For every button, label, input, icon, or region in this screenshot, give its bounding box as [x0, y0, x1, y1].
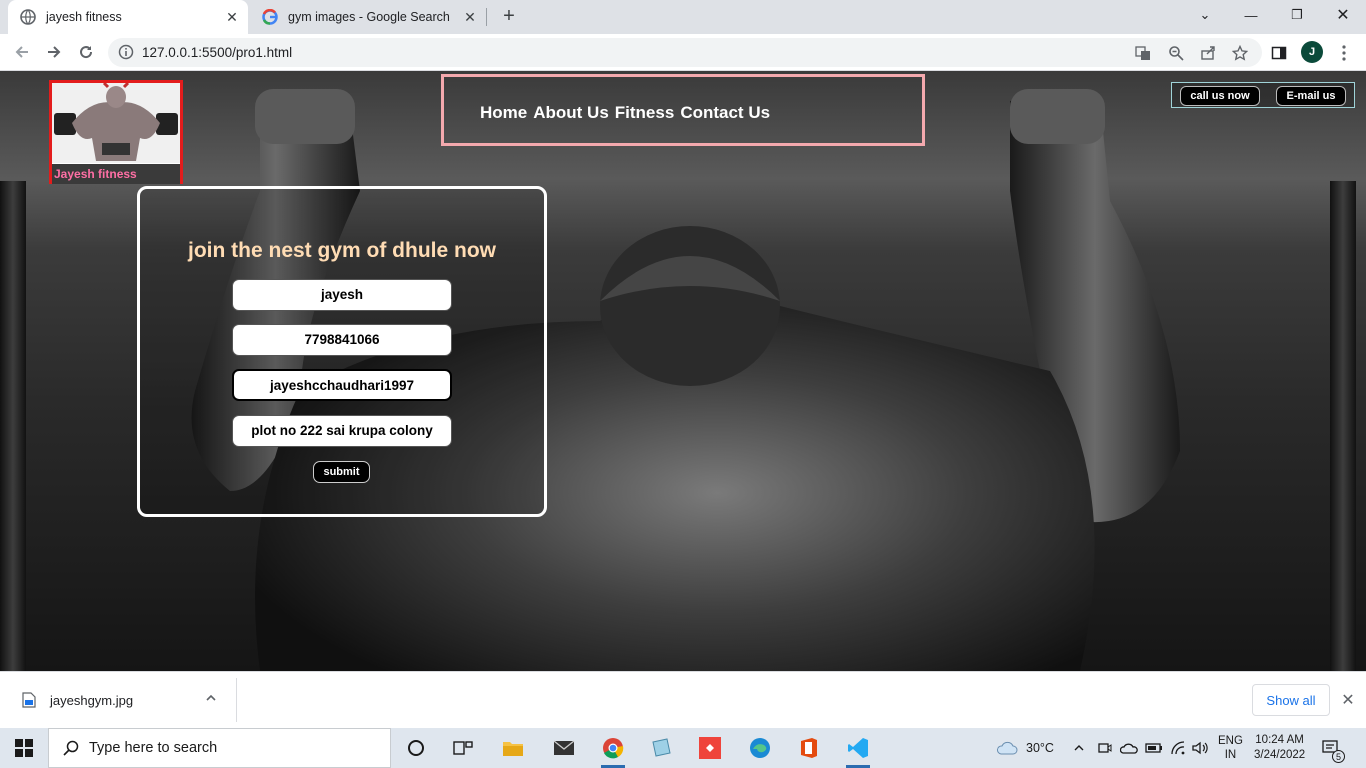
- back-icon[interactable]: [8, 38, 36, 66]
- clock[interactable]: 10:24 AM 3/24/2022: [1254, 728, 1305, 768]
- globe-icon: [20, 9, 36, 25]
- vscode-icon[interactable]: [842, 732, 874, 768]
- call-us-button[interactable]: call us now: [1180, 86, 1260, 106]
- mail-icon[interactable]: [548, 732, 580, 764]
- lang-code: ENG: [1218, 735, 1243, 747]
- onedrive-icon[interactable]: [1120, 728, 1138, 768]
- form-heading: join the nest gym of dhule now: [188, 239, 496, 262]
- edge-icon[interactable]: [744, 732, 776, 764]
- windows-start-icon[interactable]: [0, 728, 48, 768]
- browser-toolbar: 127.0.0.1:5500/pro1.html J: [0, 34, 1366, 71]
- tab-google-search[interactable]: gym images - Google Search ✕: [250, 0, 486, 34]
- email-us-button[interactable]: E-mail us: [1276, 86, 1346, 106]
- chevron-up-icon[interactable]: [1073, 728, 1085, 768]
- close-icon[interactable]: ✕: [224, 9, 240, 25]
- google-icon: [262, 9, 278, 25]
- cloud-icon: [996, 741, 1018, 755]
- download-bar: jayeshgym.jpg Show all ✕: [0, 671, 1366, 728]
- cortana-icon[interactable]: [400, 732, 432, 764]
- share-icon[interactable]: [1199, 44, 1217, 62]
- weather-widget[interactable]: 30°C: [996, 728, 1054, 768]
- zoom-icon[interactable]: [1167, 44, 1185, 62]
- download-filename[interactable]: jayeshgym.jpg: [50, 693, 133, 708]
- cta-group: call us now E-mail us: [1171, 82, 1355, 108]
- notification-icon[interactable]: 5: [1322, 728, 1345, 768]
- battery-icon[interactable]: [1145, 728, 1163, 768]
- new-tab-icon[interactable]: +: [498, 5, 520, 27]
- phone-field[interactable]: 7798841066: [232, 324, 452, 356]
- url-text[interactable]: 127.0.0.1:5500/pro1.html: [142, 45, 292, 60]
- close-icon[interactable]: ✕: [1338, 690, 1358, 710]
- windows-taskbar: Type here to search 30°C ENG IN 10:24 AM…: [0, 728, 1366, 768]
- chevron-down-icon[interactable]: ⌄: [1182, 0, 1228, 30]
- menu-kebab-icon[interactable]: [1334, 43, 1354, 63]
- divider: [236, 678, 237, 722]
- weather-temp: 30°C: [1026, 741, 1054, 755]
- download-item[interactable]: jayeshgym.jpg: [22, 692, 133, 708]
- tab-title: gym images - Google Search: [288, 10, 450, 24]
- search-icon: [63, 740, 79, 756]
- bookmark-star-icon[interactable]: [1231, 44, 1249, 62]
- lang-region: IN: [1224, 749, 1237, 761]
- tab-strip: jayesh fitness ✕ gym images - Google Sea…: [0, 0, 1366, 34]
- tab-jayesh-fitness[interactable]: jayesh fitness ✕: [8, 0, 248, 34]
- speaker-icon[interactable]: [1192, 728, 1210, 768]
- nav-about-us[interactable]: About Us: [533, 103, 609, 123]
- search-placeholder: Type here to search: [89, 740, 218, 756]
- nav-home[interactable]: Home: [480, 103, 527, 123]
- profile-avatar[interactable]: J: [1301, 41, 1323, 63]
- meet-icon[interactable]: [1098, 728, 1112, 768]
- office-icon[interactable]: [793, 732, 825, 764]
- address-bar[interactable]: 127.0.0.1:5500/pro1.html: [108, 38, 1262, 67]
- submit-button[interactable]: submit: [313, 461, 370, 483]
- main-nav: Home About Us Fitness Contact Us: [441, 74, 925, 146]
- chrome-icon[interactable]: [597, 732, 629, 768]
- notification-count: 5: [1332, 750, 1345, 763]
- file-image-icon: [22, 692, 36, 708]
- file-explorer-icon[interactable]: [497, 732, 529, 764]
- minimize-icon[interactable]: —: [1228, 0, 1274, 30]
- notepad-icon[interactable]: [645, 732, 677, 764]
- close-window-icon[interactable]: ✕: [1320, 0, 1366, 30]
- side-panel-icon[interactable]: [1269, 43, 1289, 63]
- clock-date: 3/24/2022: [1254, 749, 1306, 761]
- clock-time: 10:24 AM: [1255, 734, 1304, 746]
- tab-title: jayesh fitness: [46, 10, 122, 24]
- language-indicator[interactable]: ENG IN: [1218, 728, 1243, 768]
- email-field[interactable]: jayeshcchaudhari1997: [232, 369, 452, 401]
- logo-caption: Jayesh fitness: [52, 164, 180, 184]
- site-logo[interactable]: Jayesh fitness: [49, 80, 183, 184]
- show-all-button[interactable]: Show all: [1252, 684, 1330, 716]
- name-field[interactable]: jayesh: [232, 279, 452, 311]
- reload-icon[interactable]: [72, 38, 100, 66]
- info-icon[interactable]: [118, 44, 134, 60]
- tab-separator: [486, 8, 487, 26]
- nav-contact-us[interactable]: Contact Us: [680, 103, 770, 123]
- task-view-icon[interactable]: [447, 732, 479, 764]
- address-field[interactable]: plot no 222 sai krupa colony: [232, 415, 452, 447]
- wifi-icon[interactable]: [1170, 728, 1186, 768]
- taskbar-search[interactable]: Type here to search: [48, 728, 391, 768]
- webpage-viewport: Jayesh fitness Home About Us Fitness Con…: [0, 71, 1366, 671]
- restore-icon[interactable]: ❐: [1274, 0, 1320, 30]
- anydesk-icon[interactable]: [694, 732, 726, 764]
- bodybuilder-logo-image: [52, 83, 180, 163]
- forward-icon[interactable]: [40, 38, 68, 66]
- translate-icon[interactable]: [1134, 44, 1152, 62]
- close-icon[interactable]: ✕: [462, 9, 478, 25]
- nav-fitness[interactable]: Fitness: [615, 103, 675, 123]
- chevron-up-icon[interactable]: [205, 692, 221, 708]
